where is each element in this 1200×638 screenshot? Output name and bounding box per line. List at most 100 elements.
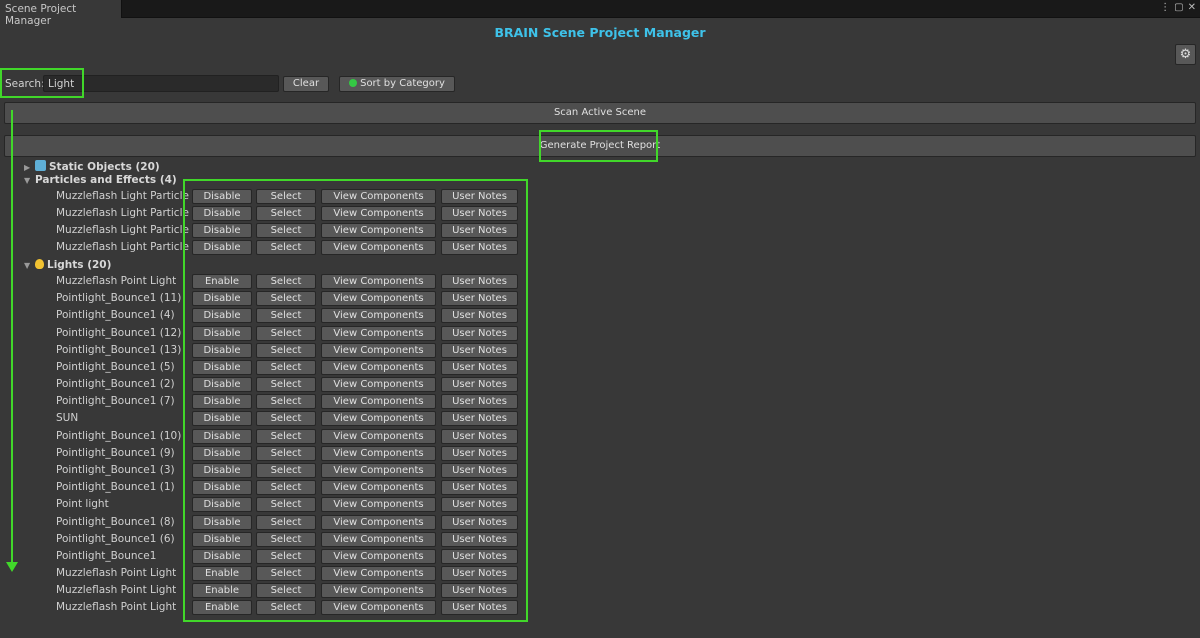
view-components-button[interactable]: View Components bbox=[321, 583, 436, 599]
generate-project-report-button[interactable]: Generate Project Report bbox=[4, 135, 1196, 157]
sort-by-category-button[interactable]: Sort by Category bbox=[339, 76, 455, 92]
toggle-button[interactable]: Disable bbox=[192, 497, 252, 513]
select-button[interactable]: Select bbox=[256, 428, 316, 444]
select-button[interactable]: Select bbox=[256, 325, 316, 341]
user-notes-button[interactable]: User Notes bbox=[441, 394, 518, 410]
user-notes-button[interactable]: User Notes bbox=[441, 566, 518, 582]
close-icon[interactable]: ✕ bbox=[1188, 2, 1196, 13]
scan-active-scene-button[interactable]: Scan Active Scene bbox=[4, 102, 1196, 124]
view-components-button[interactable]: View Components bbox=[321, 274, 436, 289]
toggle-button[interactable]: Disable bbox=[192, 308, 252, 324]
view-components-button[interactable]: View Components bbox=[321, 600, 436, 616]
view-components-button[interactable]: View Components bbox=[321, 308, 436, 324]
select-button[interactable]: Select bbox=[256, 445, 316, 461]
toggle-button[interactable]: Disable bbox=[192, 342, 252, 358]
select-button[interactable]: Select bbox=[256, 531, 316, 547]
user-notes-button[interactable]: User Notes bbox=[441, 359, 518, 375]
select-button[interactable]: Select bbox=[256, 274, 316, 289]
select-button[interactable]: Select bbox=[256, 548, 316, 564]
group-lights[interactable]: ▼ Lights (20) bbox=[24, 259, 111, 271]
view-components-button[interactable]: View Components bbox=[321, 531, 436, 547]
user-notes-button[interactable]: User Notes bbox=[441, 377, 518, 393]
view-components-button[interactable]: View Components bbox=[321, 514, 436, 530]
toggle-button[interactable]: Disable bbox=[192, 548, 252, 564]
select-button[interactable]: Select bbox=[256, 583, 316, 599]
user-notes-button[interactable]: User Notes bbox=[441, 462, 518, 478]
user-notes-button[interactable]: User Notes bbox=[441, 206, 518, 222]
view-components-button[interactable]: View Components bbox=[321, 223, 436, 239]
view-components-button[interactable]: View Components bbox=[321, 189, 436, 204]
toggle-button[interactable]: Enable bbox=[192, 600, 252, 616]
user-notes-button[interactable]: User Notes bbox=[441, 531, 518, 547]
toggle-button[interactable]: Enable bbox=[192, 274, 252, 289]
view-components-button[interactable]: View Components bbox=[321, 291, 436, 307]
select-button[interactable]: Select bbox=[256, 566, 316, 582]
select-button[interactable]: Select bbox=[256, 462, 316, 478]
user-notes-button[interactable]: User Notes bbox=[441, 445, 518, 461]
tab-scene-project-manager[interactable]: Scene Project Manager bbox=[0, 0, 122, 27]
view-components-button[interactable]: View Components bbox=[321, 566, 436, 582]
select-button[interactable]: Select bbox=[256, 480, 316, 496]
toggle-button[interactable]: Disable bbox=[192, 514, 252, 530]
settings-button[interactable]: ⚙ bbox=[1175, 44, 1196, 65]
select-button[interactable]: Select bbox=[256, 411, 316, 427]
view-components-button[interactable]: View Components bbox=[321, 342, 436, 358]
select-button[interactable]: Select bbox=[256, 600, 316, 616]
clear-button[interactable]: Clear bbox=[283, 76, 329, 92]
user-notes-button[interactable]: User Notes bbox=[441, 223, 518, 239]
toggle-button[interactable]: Disable bbox=[192, 462, 252, 478]
toggle-button[interactable]: Disable bbox=[192, 206, 252, 222]
user-notes-button[interactable]: User Notes bbox=[441, 274, 518, 289]
view-components-button[interactable]: View Components bbox=[321, 480, 436, 496]
toggle-button[interactable]: Disable bbox=[192, 531, 252, 547]
toggle-button[interactable]: Disable bbox=[192, 291, 252, 307]
user-notes-button[interactable]: User Notes bbox=[441, 291, 518, 307]
user-notes-button[interactable]: User Notes bbox=[441, 583, 518, 599]
select-button[interactable]: Select bbox=[256, 189, 316, 204]
user-notes-button[interactable]: User Notes bbox=[441, 514, 518, 530]
view-components-button[interactable]: View Components bbox=[321, 240, 436, 256]
user-notes-button[interactable]: User Notes bbox=[441, 308, 518, 324]
select-button[interactable]: Select bbox=[256, 206, 316, 222]
view-components-button[interactable]: View Components bbox=[321, 411, 436, 427]
toggle-button[interactable]: Disable bbox=[192, 428, 252, 444]
view-components-button[interactable]: View Components bbox=[321, 497, 436, 513]
group-static-objects[interactable]: ▶ Static Objects (20) bbox=[24, 160, 160, 173]
toggle-button[interactable]: Disable bbox=[192, 480, 252, 496]
toggle-button[interactable]: Disable bbox=[192, 359, 252, 375]
view-components-button[interactable]: View Components bbox=[321, 377, 436, 393]
user-notes-button[interactable]: User Notes bbox=[441, 497, 518, 513]
toggle-button[interactable]: Disable bbox=[192, 411, 252, 427]
select-button[interactable]: Select bbox=[256, 497, 316, 513]
view-components-button[interactable]: View Components bbox=[321, 325, 436, 341]
toggle-button[interactable]: Disable bbox=[192, 223, 252, 239]
select-button[interactable]: Select bbox=[256, 308, 316, 324]
user-notes-button[interactable]: User Notes bbox=[441, 325, 518, 341]
view-components-button[interactable]: View Components bbox=[321, 206, 436, 222]
view-components-button[interactable]: View Components bbox=[321, 394, 436, 410]
group-particles-and-effects[interactable]: ▼ Particles and Effects (4) bbox=[24, 174, 177, 186]
select-button[interactable]: Select bbox=[256, 240, 316, 256]
toggle-button[interactable]: Disable bbox=[192, 445, 252, 461]
toggle-button[interactable]: Disable bbox=[192, 394, 252, 410]
view-components-button[interactable]: View Components bbox=[321, 359, 436, 375]
kebab-menu-icon[interactable]: ⋮ bbox=[1160, 2, 1170, 13]
user-notes-button[interactable]: User Notes bbox=[441, 428, 518, 444]
toggle-button[interactable]: Enable bbox=[192, 583, 252, 599]
view-components-button[interactable]: View Components bbox=[321, 548, 436, 564]
select-button[interactable]: Select bbox=[256, 377, 316, 393]
maximize-icon[interactable]: ▢ bbox=[1174, 2, 1183, 13]
user-notes-button[interactable]: User Notes bbox=[441, 240, 518, 256]
select-button[interactable]: Select bbox=[256, 223, 316, 239]
user-notes-button[interactable]: User Notes bbox=[441, 600, 518, 616]
toggle-button[interactable]: Disable bbox=[192, 240, 252, 256]
toggle-button[interactable]: Disable bbox=[192, 189, 252, 204]
select-button[interactable]: Select bbox=[256, 514, 316, 530]
select-button[interactable]: Select bbox=[256, 359, 316, 375]
select-button[interactable]: Select bbox=[256, 291, 316, 307]
search-input[interactable] bbox=[43, 75, 279, 92]
view-components-button[interactable]: View Components bbox=[321, 445, 436, 461]
select-button[interactable]: Select bbox=[256, 342, 316, 358]
user-notes-button[interactable]: User Notes bbox=[441, 342, 518, 358]
user-notes-button[interactable]: User Notes bbox=[441, 189, 518, 204]
